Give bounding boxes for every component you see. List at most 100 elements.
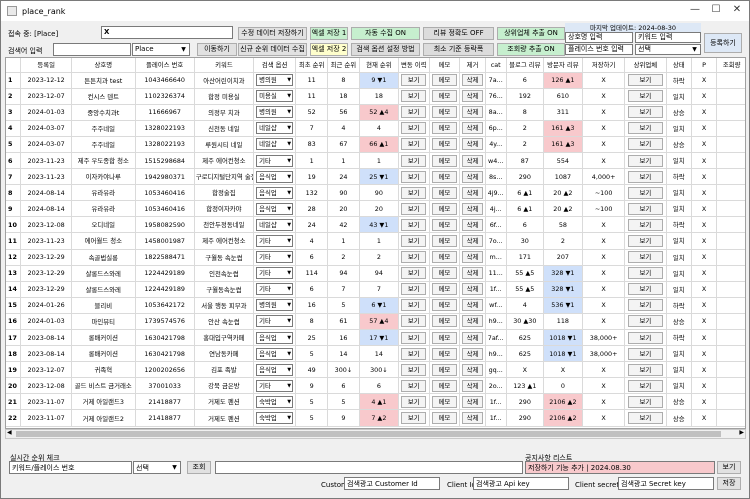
access-value-field[interactable]: X <box>101 26 233 39</box>
history-view-button[interactable]: 보기 <box>401 251 427 264</box>
top-store-view-button[interactable]: 보기 <box>627 90 663 103</box>
history-view-button[interactable]: 보기 <box>401 74 427 87</box>
delete-button[interactable]: 삭제 <box>462 267 483 280</box>
table-row[interactable]: 11 2023-11-23 에어월드 청소 1458001987 제주 에어컨청소 기타 ▼… <box>6 232 745 250</box>
search-option-select[interactable]: 기타 ▼ <box>256 234 294 247</box>
top-store-view-button[interactable]: 보기 <box>627 170 663 183</box>
memo-button[interactable]: 메모 <box>431 202 458 215</box>
delete-button[interactable]: 삭제 <box>462 218 483 231</box>
search-option-select[interactable]: 음식업 ▼ <box>256 186 294 199</box>
top-store-view-button[interactable]: 보기 <box>627 267 663 280</box>
table-row[interactable]: 12 2023-12-29 속골법실롱 1822588471 구월동 속눈썹 기타 ▼ 6 2 2… <box>6 249 745 266</box>
column-header[interactable]: P <box>691 58 718 73</box>
search-option-select[interactable]: 병의원 ▼ <box>256 74 294 87</box>
history-view-button[interactable]: 보기 <box>401 267 427 280</box>
delete-button[interactable]: 삭제 <box>462 202 483 215</box>
search-option-select[interactable]: 음식업 ▼ <box>256 202 294 215</box>
column-header[interactable]: 상태 <box>666 58 692 73</box>
minimize-icon[interactable]: — <box>685 4 705 15</box>
history-view-button[interactable]: 보기 <box>401 186 427 199</box>
history-view-button[interactable]: 보기 <box>401 379 427 392</box>
history-view-button[interactable]: 보기 <box>401 170 427 183</box>
table-row[interactable]: 20 2023-12-08 골드 비스트 금거래소 37001033 강북 금은방 기타 ▼… <box>6 377 745 395</box>
search-option-select[interactable]: 기타 ▼ <box>256 283 294 296</box>
memo-button[interactable]: 메모 <box>431 90 458 103</box>
top-extract-button[interactable]: 상위업체 추출 ON <box>497 27 565 40</box>
memo-button[interactable]: 메모 <box>431 186 458 199</box>
notice-view-button[interactable]: 보기 <box>717 461 741 474</box>
realtime-search-button[interactable]: 조회 <box>187 461 211 474</box>
memo-button[interactable]: 메모 <box>431 218 458 231</box>
memo-button[interactable]: 메모 <box>431 138 458 151</box>
keyword-input[interactable]: 키워드 입력 <box>635 32 701 43</box>
delete-button[interactable]: 삭제 <box>462 331 483 344</box>
memo-button[interactable]: 메모 <box>431 154 458 167</box>
table-row[interactable]: 5 2024-03-07 주주네일 1328022193 루원시티 네일 네일샵 ▼ 83 67… <box>6 136 745 153</box>
search-option-select[interactable]: 숙박업 ▼ <box>256 395 294 408</box>
table-row[interactable]: 22 2023-11-07 거제 아일랜드2 21418877 거제도 펜션 숙박업 ▼ 5 9… <box>6 409 745 427</box>
review-accuracy-button[interactable]: 리뷰 정확도 OFF <box>423 27 494 40</box>
column-header[interactable]: 메모 <box>429 58 461 73</box>
history-view-button[interactable]: 보기 <box>401 122 427 135</box>
table-row[interactable]: 14 2023-12-29 샬롱드스와레 1224429189 구월동속눈썹 기타 ▼ 6 7 7… <box>6 281 745 298</box>
delete-button[interactable]: 삭제 <box>462 170 483 183</box>
delete-button[interactable]: 삭제 <box>462 90 483 103</box>
column-header[interactable]: 검색 옵션 <box>253 58 297 73</box>
history-view-button[interactable]: 보기 <box>401 331 427 344</box>
excel-save-2-button[interactable]: 엑셀 저장 2 <box>310 43 348 56</box>
table-row[interactable]: 2 2023-12-07 컨시스 덴트 1102326374 합정 미용실 미용실 ▼ 11 1… <box>6 88 745 105</box>
delete-button[interactable]: 삭제 <box>462 234 483 247</box>
memo-button[interactable]: 메모 <box>431 412 458 425</box>
delete-button[interactable]: 삭제 <box>462 283 483 296</box>
column-header[interactable]: 제거 <box>459 58 486 73</box>
column-header[interactable]: 상호명 <box>71 58 136 73</box>
search-option-select[interactable]: 병의원 ▼ <box>256 106 294 119</box>
search-option-select[interactable]: 음식업 ▼ <box>256 347 294 360</box>
register-select[interactable]: 선택 ▼ <box>635 44 701 55</box>
column-header[interactable]: 키워드 <box>194 58 255 73</box>
table-row[interactable]: 15 2024-01-26 블리비 1053642172 서울 행동 피부과 병의원 ▼ 16… <box>6 297 745 314</box>
memo-button[interactable]: 메모 <box>431 347 458 360</box>
history-view-button[interactable]: 보기 <box>401 90 427 103</box>
close-icon[interactable]: ✕ <box>727 4 747 15</box>
top-store-view-button[interactable]: 보기 <box>627 218 663 231</box>
top-store-view-button[interactable]: 보기 <box>627 106 663 119</box>
register-button[interactable]: 등록하기 <box>704 33 742 53</box>
store-name-input[interactable]: 상호명 입력 <box>565 32 633 43</box>
table-row[interactable]: 8 2024-08-14 유라유라 1053460416 합정술집 음식업 ▼ 132 90 90… <box>6 184 745 202</box>
history-view-button[interactable]: 보기 <box>401 347 427 360</box>
search-option-select[interactable]: 음식업 ▼ <box>256 363 294 376</box>
horizontal-scrollbar[interactable]: ◀ ▶ <box>5 429 746 439</box>
history-view-button[interactable]: 보기 <box>401 315 427 328</box>
place-select[interactable]: Place ▼ <box>132 43 190 56</box>
delete-button[interactable]: 삭제 <box>462 395 483 408</box>
search-setting-button[interactable]: 검색 옵션 설정 방법 <box>351 43 420 56</box>
search-option-select[interactable]: 기타 ▼ <box>256 154 294 167</box>
delete-button[interactable]: 삭제 <box>462 299 483 312</box>
history-view-button[interactable]: 보기 <box>401 299 427 312</box>
column-header[interactable]: 조회량 <box>716 58 745 73</box>
top-store-view-button[interactable]: 보기 <box>627 251 663 264</box>
search-input[interactable] <box>53 43 131 56</box>
memo-button[interactable]: 메모 <box>431 267 458 280</box>
column-header[interactable]: 등록일 <box>20 58 73 73</box>
column-header[interactable]: 상위업체 <box>624 58 667 73</box>
scroll-left-icon[interactable]: ◀ <box>7 429 12 436</box>
memo-button[interactable]: 메모 <box>431 363 458 376</box>
memo-button[interactable]: 메모 <box>431 74 458 87</box>
search-option-select[interactable]: 기타 ▼ <box>256 379 294 392</box>
column-header[interactable]: 현재 순위 <box>359 58 399 73</box>
memo-button[interactable]: 메모 <box>431 122 458 135</box>
delete-button[interactable]: 삭제 <box>462 412 483 425</box>
column-header[interactable]: 방문자 리뷰 <box>543 58 583 73</box>
scroll-thumb[interactable] <box>16 431 721 437</box>
table-row[interactable]: 6 2023-11-23 제주 우도종합 청소 1515298684 제주 에어컨청소 기… <box>6 152 745 170</box>
table-row[interactable]: 9 2024-08-14 유라유라 1053460416 합정이자카야 음식업 ▼ 28 20 2… <box>6 200 745 218</box>
notice-field[interactable]: 저장하기 기능 추가 | 2024.08.30 <box>525 461 715 474</box>
delete-button[interactable]: 삭제 <box>462 74 483 87</box>
table-row[interactable]: 16 2024-01-03 마인뷰티 1739574576 안산 속눈썹 기타 ▼ 8 61 57… <box>6 313 745 331</box>
top-store-view-button[interactable]: 보기 <box>627 379 663 392</box>
table-row[interactable]: 4 2024-03-07 주주네일 1328022193 신천동 네일 네일샵 ▼ 7 4 4 보기… <box>6 120 745 137</box>
delete-button[interactable]: 삭제 <box>462 363 483 376</box>
memo-button[interactable]: 메모 <box>431 331 458 344</box>
